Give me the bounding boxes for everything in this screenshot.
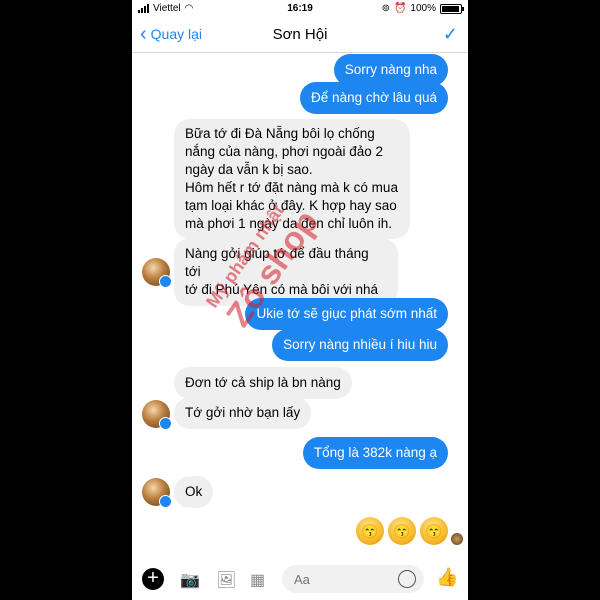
kissing-emoji-icon[interactable]: 😙	[420, 517, 448, 545]
message-bubble-outgoing[interactable]: Sorry nàng nhiều í hiu hiu	[272, 329, 448, 361]
phone-screen: Viettel ◠ 16:19 ⊚ ⏰ 100% ‹ Quay lại Sơn …	[132, 0, 468, 600]
smiley-icon[interactable]	[398, 570, 416, 588]
camera-icon[interactable]: 📷	[180, 570, 200, 589]
status-bar: Viettel ◠ 16:19 ⊚ ⏰ 100%	[132, 0, 468, 18]
message-line: ngày da vẫn k bị sao.	[185, 162, 313, 177]
battery-icon	[440, 3, 464, 14]
contact-avatar[interactable]	[142, 258, 172, 288]
message-bubble-outgoing[interactable]: Ukie tớ sẽ giục phát sớm nhất	[245, 298, 448, 330]
message-bubble-outgoing[interactable]: Để nàng chờ lâu quá	[300, 82, 448, 114]
messenger-badge-icon	[159, 495, 172, 508]
kissing-emoji-icon[interactable]: 😙	[356, 517, 384, 545]
lock-rotation-icon: ⊚	[381, 3, 390, 14]
message-bubble-incoming[interactable]: Ok	[174, 476, 214, 508]
message-bubble-incoming[interactable]: Đơn tớ cả ship là bn nàng	[174, 367, 352, 399]
checkmark-icon[interactable]: ✓	[443, 24, 458, 45]
seen-avatar	[451, 533, 463, 545]
alarm-icon: ⏰	[393, 3, 407, 14]
thumbs-up-icon[interactable]: 👍	[436, 567, 458, 588]
grid-icon[interactable]: ▦	[250, 570, 268, 589]
contact-name: Sơn Hội	[272, 26, 328, 43]
battery-label: 100%	[410, 3, 436, 14]
conversation-header: ‹ Quay lại Sơn Hội ✓	[132, 18, 468, 53]
message-input[interactable]	[292, 571, 396, 588]
messenger-badge-icon	[159, 275, 172, 288]
message-input-field[interactable]	[282, 565, 424, 593]
composer-bar: + 📷 🖼 ▦ 👍	[132, 560, 468, 600]
contact-avatar[interactable]	[142, 400, 172, 430]
message-bubble-outgoing[interactable]: Tổng là 382k nàng ạ	[302, 437, 448, 469]
image-icon[interactable]: 🖼	[216, 570, 236, 589]
plus-icon[interactable]: +	[142, 568, 164, 590]
kissing-emoji-icon[interactable]: 😙	[388, 517, 416, 545]
message-bubble-incoming[interactable]: Tớ gởi nhờ bạn lấy	[174, 397, 312, 429]
message-line: Hôm hết r tớ đặt nàng mà k có mua	[185, 180, 398, 195]
messenger-badge-icon	[159, 417, 172, 430]
message-line: Bữa tớ đi Đà Nẵng bôi lọ chống	[185, 126, 375, 141]
contact-avatar[interactable]	[142, 478, 172, 508]
message-line: nắng của nàng, phơi ngoài đảo 2	[185, 144, 384, 159]
